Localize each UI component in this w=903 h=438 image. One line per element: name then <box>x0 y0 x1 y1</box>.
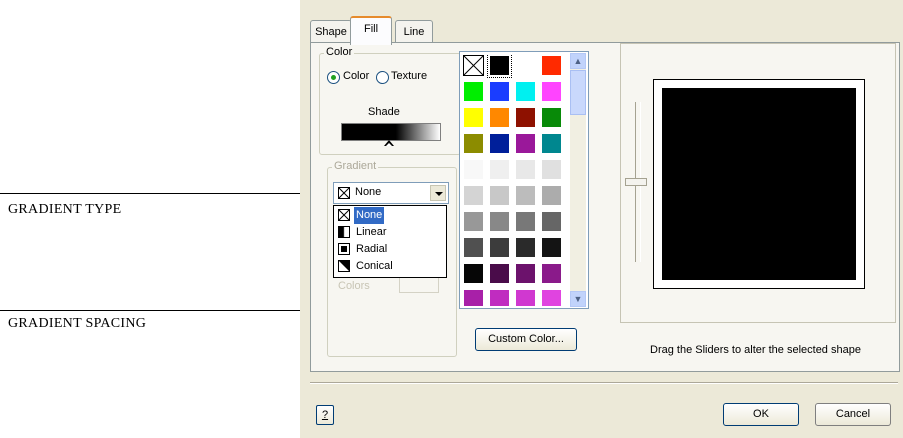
gradient-none-icon <box>338 187 350 199</box>
color-swatch[interactable] <box>541 289 562 306</box>
color-swatch[interactable] <box>463 289 484 306</box>
texture-radio[interactable] <box>376 71 389 84</box>
color-swatch[interactable] <box>489 185 510 206</box>
color-swatch[interactable] <box>541 55 562 76</box>
color-swatch[interactable] <box>463 159 484 180</box>
color-swatch[interactable] <box>489 133 510 154</box>
color-swatch[interactable] <box>463 237 484 258</box>
color-swatch[interactable] <box>489 289 510 306</box>
scroll-up-button[interactable]: ▲ <box>570 53 586 69</box>
gradient-option-linear[interactable]: Linear <box>338 224 444 241</box>
shade-gradient-bar[interactable] <box>341 123 441 141</box>
swatch-grid <box>462 54 566 306</box>
color-swatch[interactable] <box>515 185 536 206</box>
gradient-type-callout-line <box>0 193 332 194</box>
no-fill-icon <box>464 56 483 75</box>
slider-hint-text: Drag the Sliders to alter the selected s… <box>650 344 861 356</box>
help-icon: ? <box>321 409 329 421</box>
custom-color-button[interactable]: Custom Color... <box>475 328 577 351</box>
color-swatch[interactable] <box>541 133 562 154</box>
scroll-down-button[interactable]: ▼ <box>570 291 586 307</box>
shape-preview-fill <box>662 88 856 280</box>
gradient-spacing-callout: GRADIENT SPACING <box>8 316 147 331</box>
color-swatch[interactable] <box>541 159 562 180</box>
color-swatch[interactable] <box>463 263 484 284</box>
gradient-option-label: Radial <box>356 243 388 255</box>
color-swatch[interactable] <box>489 107 510 128</box>
color-swatch[interactable] <box>541 107 562 128</box>
color-swatch[interactable] <box>515 289 536 306</box>
color-group-legend: Color <box>324 46 355 58</box>
color-swatch[interactable] <box>541 237 562 258</box>
gradient-type-dropdown[interactable]: None <box>333 182 449 204</box>
shade-slider-thumb-inner <box>386 143 392 146</box>
gradient-option-label: Linear <box>356 226 387 238</box>
gradient-option-conical[interactable]: Conical <box>338 258 444 275</box>
color-radio[interactable] <box>327 71 340 84</box>
gradient-spacing-callout-line <box>0 310 340 311</box>
color-swatch[interactable] <box>515 81 536 102</box>
color-swatch[interactable] <box>489 211 510 232</box>
cancel-button[interactable]: Cancel <box>815 403 891 426</box>
color-swatch[interactable] <box>515 159 536 180</box>
color-swatch[interactable] <box>489 237 510 258</box>
conical-gradient-icon <box>338 260 350 272</box>
linear-gradient-icon <box>338 226 350 238</box>
no-color-swatch[interactable] <box>463 55 484 76</box>
preview-panel <box>620 43 896 323</box>
color-swatch[interactable] <box>463 211 484 232</box>
color-swatch[interactable] <box>489 263 510 284</box>
color-swatch[interactable] <box>515 133 536 154</box>
dropdown-arrow-button[interactable] <box>430 185 446 201</box>
vertical-slider-thumb[interactable] <box>625 178 647 186</box>
color-swatch[interactable] <box>541 263 562 284</box>
color-swatch[interactable] <box>515 263 536 284</box>
color-palette: ▲ ▼ <box>459 51 589 309</box>
ok-button[interactable]: OK <box>723 403 799 426</box>
palette-scrollbar[interactable]: ▲ ▼ <box>570 53 586 307</box>
format-dialog: Shape Fill Line Color Color Texture Shad… <box>300 0 903 438</box>
tab-shape[interactable]: Shape <box>310 20 352 43</box>
color-radio-label: Color <box>343 70 370 82</box>
help-button[interactable]: ? <box>316 405 334 425</box>
shade-label: Shade <box>368 106 400 118</box>
gradient-option-label: Conical <box>356 260 393 272</box>
no-fill-icon <box>338 209 350 221</box>
color-swatch[interactable] <box>489 159 510 180</box>
color-swatch[interactable] <box>541 211 562 232</box>
color-swatch[interactable] <box>487 54 512 78</box>
gradient-colors-spinner <box>399 278 439 293</box>
color-swatch[interactable] <box>515 107 536 128</box>
radial-gradient-icon <box>338 243 350 255</box>
gradient-option-label: None <box>354 207 385 224</box>
tab-line[interactable]: Line <box>395 20 433 43</box>
chevron-down-icon <box>435 192 443 196</box>
texture-radio-label: Texture <box>391 70 428 82</box>
footer-separator <box>310 382 898 384</box>
color-swatch[interactable] <box>463 81 484 102</box>
color-swatch[interactable] <box>463 107 484 128</box>
color-swatch[interactable] <box>463 133 484 154</box>
gradient-option-none[interactable]: None <box>338 207 444 224</box>
gradient-type-callout: GRADIENT TYPE <box>8 202 122 217</box>
color-swatch[interactable] <box>541 185 562 206</box>
scroll-thumb[interactable] <box>570 70 586 115</box>
shape-preview-box <box>653 79 865 289</box>
gradient-type-list: None Linear Radial Conical <box>333 205 447 278</box>
fill-tab-panel: Color Color Texture Shade Gradient None <box>310 42 900 372</box>
gradient-type-value: None <box>355 186 382 198</box>
gradient-group-legend: Gradient <box>332 160 379 172</box>
color-swatch[interactable] <box>515 211 536 232</box>
color-swatch[interactable] <box>463 185 484 206</box>
color-swatch[interactable] <box>515 237 536 258</box>
color-swatch[interactable] <box>489 81 510 102</box>
color-swatch[interactable] <box>515 55 536 76</box>
gradient-option-radial[interactable]: Radial <box>338 241 444 258</box>
gradient-colors-label: Colors <box>338 280 370 292</box>
color-swatch[interactable] <box>541 81 562 102</box>
tab-fill[interactable]: Fill <box>350 16 392 45</box>
